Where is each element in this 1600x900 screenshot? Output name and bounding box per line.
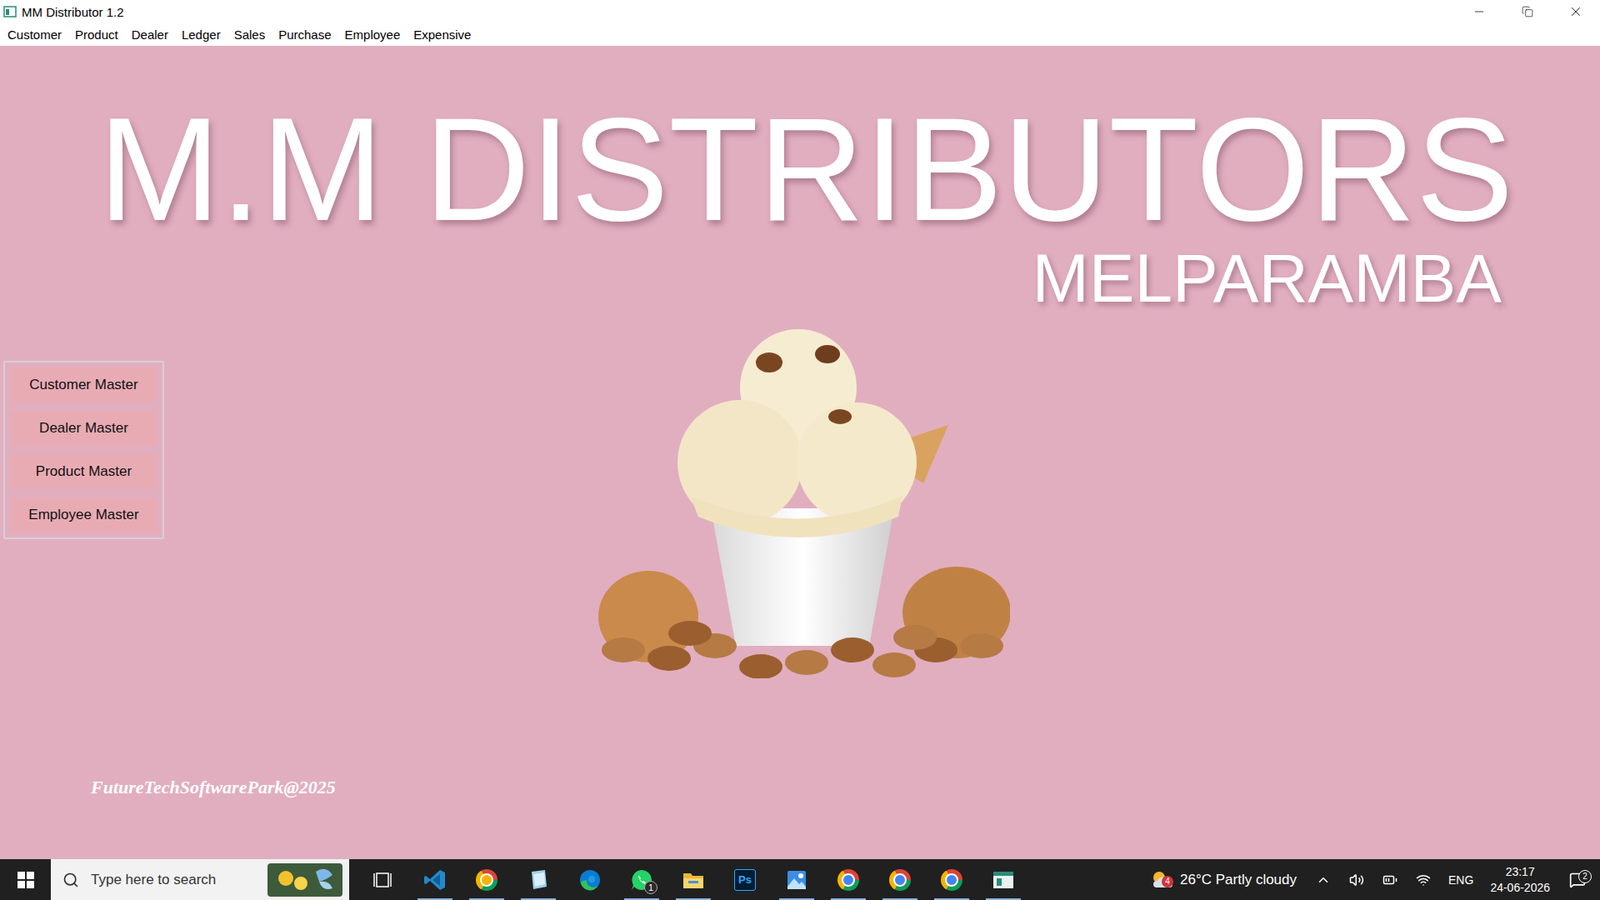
sidebar-button[interactable]: Dealer Master [10, 410, 158, 446]
vscode-icon [423, 868, 447, 892]
volume-button[interactable] [1340, 872, 1374, 888]
chevron-up-icon [1315, 872, 1331, 888]
weather[interactable]: 4 26°C Partly cloudy [1140, 869, 1307, 891]
chrome-icon [940, 869, 963, 891]
windows-icon [17, 871, 35, 889]
chrome-icon [837, 869, 860, 891]
language-indicator[interactable]: ENG [1440, 873, 1482, 887]
picture [590, 316, 1010, 679]
start-button[interactable] [0, 859, 51, 900]
menu-item[interactable]: Customer [0, 25, 69, 45]
search-highlight-icon [267, 863, 343, 897]
task-view-icon [373, 870, 394, 890]
menu-item[interactable]: Sales [227, 25, 273, 45]
window-title: MM Distributor 1.2 [21, 5, 1455, 20]
menu-item[interactable]: Purchase [271, 25, 338, 45]
sidebar-button[interactable]: Employee Master [10, 497, 158, 533]
battery-icon [1382, 872, 1398, 888]
search-box[interactable]: Type here to search [50, 859, 350, 900]
app-window: MM Distributor 1.2 CustomerProductDealerL… [0, 0, 1600, 900]
close-button[interactable] [1551, 0, 1600, 24]
system-tray: 426°C Partly cloudyENG23:1724-06-20262 [1140, 859, 1600, 900]
app-icon [3, 5, 17, 19]
taskbar-app[interactable]: 1 [615, 859, 668, 900]
minimize-button[interactable] [1455, 0, 1504, 24]
search-placeholder: Type here to search [90, 871, 256, 889]
photos-icon [785, 868, 809, 892]
menu-item[interactable]: Employee [338, 25, 408, 45]
edge-icon [578, 868, 602, 892]
taskbar-app[interactable] [977, 859, 1030, 900]
taskbar-app[interactable] [667, 859, 720, 900]
search-icon [62, 871, 80, 889]
taskbar-app[interactable]: Ps [719, 859, 771, 900]
company-title: M.M DISTRIBUTORS [98, 95, 1502, 243]
taskbar-app[interactable] [822, 859, 875, 900]
taskbar-app[interactable] [512, 859, 565, 900]
notes-icon [526, 868, 550, 892]
menu-item[interactable]: Expensive [406, 25, 478, 45]
content-row: Customer Master Dealer Master Product Mast… [0, 316, 1600, 679]
restore-button[interactable] [1503, 0, 1552, 24]
taskbar-app[interactable] [770, 859, 823, 900]
close-icon [1568, 4, 1584, 20]
taskbar-app[interactable] [409, 859, 461, 900]
weather-badge: 4 [1161, 875, 1174, 888]
network-button[interactable] [1406, 872, 1440, 888]
notification-button[interactable]: 2 [1558, 871, 1597, 889]
clock-date: 24-06-2026 [1490, 880, 1550, 895]
taskbar: Type here to search 1 Ps 4 26°C Partly cloud… [0, 859, 1600, 900]
sidebar-button[interactable]: Customer Master [10, 367, 158, 403]
clock[interactable]: 23:1724-06-2026 [1481, 864, 1559, 895]
main-area: M.M DISTRIBUTORSMELPARAMBA Customer Maste… [0, 45, 1600, 860]
header: M.M DISTRIBUTORSMELPARAMBA [0, 95, 1600, 313]
minimize-icon [1472, 5, 1486, 19]
app-badge: 1 [644, 880, 658, 895]
sidebar-button[interactable]: Product Master [10, 454, 158, 490]
taskbar-app[interactable] [925, 859, 978, 900]
show-hidden-button[interactable] [1306, 872, 1340, 888]
explorer-icon [681, 869, 705, 891]
menu-item[interactable]: Dealer [125, 25, 175, 45]
ice-cream-picture [590, 316, 1010, 679]
sidebar: Customer Master Dealer Master Product Mast… [3, 360, 165, 540]
restore-icon [1521, 5, 1534, 18]
company-location: MELPARAMBA [98, 244, 1502, 313]
battery-button[interactable] [1373, 872, 1407, 888]
notification-badge: 2 [1578, 870, 1592, 884]
footer-credit: FutureTechSoftwarePark@2025 [0, 776, 1600, 799]
menu-item[interactable]: Product [68, 25, 125, 45]
volume-icon [1349, 872, 1365, 888]
taskbar-app[interactable] [874, 859, 926, 900]
chrome-icon [889, 869, 911, 891]
menu-item[interactable]: Ledger [175, 25, 228, 45]
title-bar: MM Distributor 1.2 [0, 0, 1600, 24]
menu-bar: CustomerProductDealerLedgerSalesPurchase… [0, 23, 1600, 46]
clock-time: 23:17 [1505, 864, 1535, 880]
weather-text: 26°C Partly cloudy [1180, 871, 1297, 889]
taskbar-app[interactable] [460, 859, 513, 900]
app-icon [991, 869, 1015, 891]
taskbar-app[interactable] [564, 859, 616, 900]
wifi-icon [1415, 872, 1431, 888]
taskbar-app[interactable] [357, 859, 410, 900]
chrome-dev-icon [475, 869, 498, 891]
photoshop-icon: Ps [734, 869, 756, 891]
